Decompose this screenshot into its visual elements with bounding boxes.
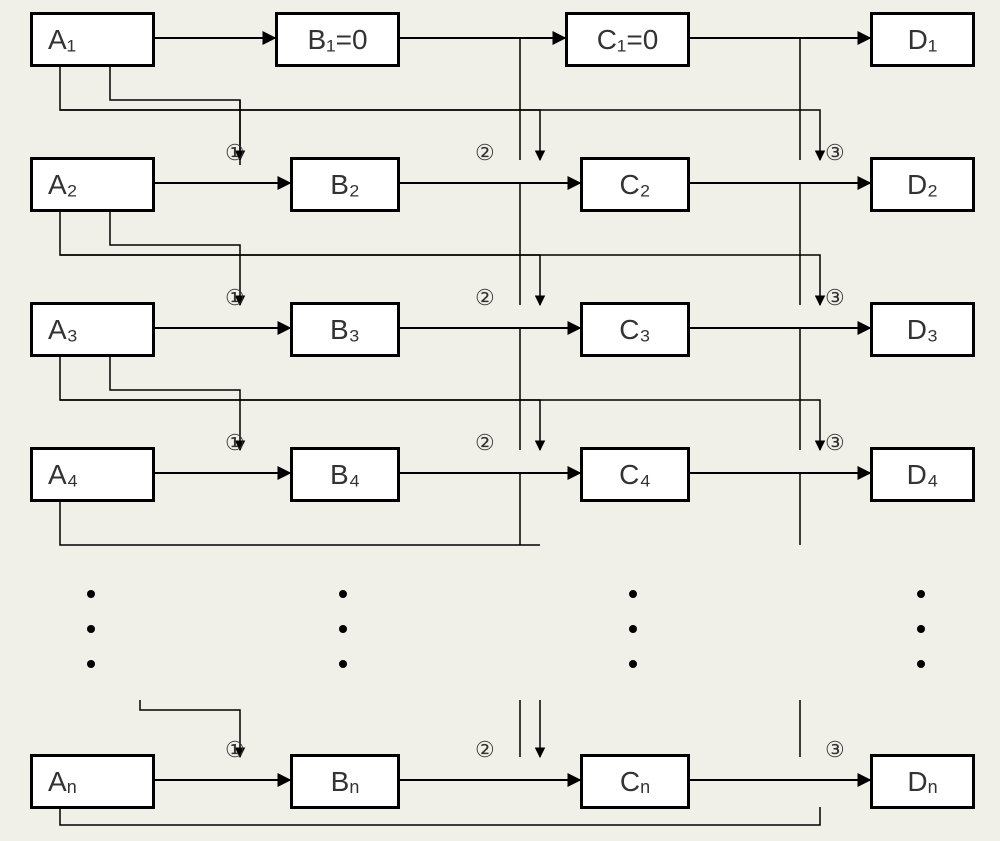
label: B₃ [330, 314, 360, 346]
ellipsis-dot [339, 590, 347, 598]
node-b3: B₃ [290, 302, 400, 357]
node-b1: B₁=0 [275, 12, 400, 67]
ellipsis-dot [917, 625, 925, 633]
label-pre: D [907, 766, 927, 798]
edge-label-3: ③ [825, 430, 845, 456]
node-a3: A₃ [30, 302, 155, 357]
node-a1: A₁ [30, 12, 155, 67]
label-pre: C [620, 766, 640, 798]
edge-label-3: ③ [825, 140, 845, 166]
node-a2: A₂ [30, 157, 155, 212]
label: D₂ [907, 169, 938, 201]
ellipsis-dot [87, 590, 95, 598]
node-b2: B₂ [290, 157, 400, 212]
node-a4: A₄ [30, 447, 155, 502]
node-c3: C₃ [580, 302, 690, 357]
node-an: An [30, 754, 155, 809]
ellipsis-dot [339, 625, 347, 633]
label: B₂ [330, 169, 360, 201]
node-c4: C₄ [580, 447, 690, 502]
edge-label-3: ③ [825, 737, 845, 763]
label-sub: n [928, 777, 938, 798]
node-bn: Bn [290, 754, 400, 809]
ellipsis-dot [917, 590, 925, 598]
label-pre: A [48, 766, 67, 798]
node-d2: D₂ [870, 157, 975, 212]
label: A₄ [48, 459, 78, 491]
edge-label-1: ① [225, 285, 245, 311]
edge-label-1: ① [225, 140, 245, 166]
ellipsis-dot [87, 625, 95, 633]
edge-label-2: ② [475, 430, 495, 456]
node-dn: Dn [870, 754, 975, 809]
label-sub: n [640, 777, 650, 798]
ellipsis-dot [629, 625, 637, 633]
label: D₃ [907, 314, 939, 346]
edge-label-2: ② [475, 140, 495, 166]
label: C₃ [619, 314, 651, 346]
label: C₄ [619, 459, 651, 491]
label: C₁=0 [597, 24, 659, 56]
label: D₁ [908, 24, 938, 56]
label: A₁ [48, 24, 76, 56]
ellipsis-dot [917, 660, 925, 668]
label-sub: n [67, 777, 77, 798]
ellipsis-dot [629, 660, 637, 668]
node-c2: C₂ [580, 157, 690, 212]
label: A₂ [48, 169, 78, 201]
label: D₄ [907, 459, 939, 491]
edge-label-1: ① [225, 737, 245, 763]
label: C₂ [619, 169, 650, 201]
label: B₁=0 [307, 24, 367, 56]
label: B₄ [330, 459, 360, 491]
node-cn: Cn [580, 754, 690, 809]
ellipsis-dot [87, 660, 95, 668]
edge-label-3: ③ [825, 285, 845, 311]
node-d4: D₄ [870, 447, 975, 502]
ellipsis-dot [629, 590, 637, 598]
label: A₃ [48, 314, 78, 346]
edge-label-2: ② [475, 737, 495, 763]
node-d1: D₁ [870, 12, 975, 67]
edge-label-2: ② [475, 285, 495, 311]
label-pre: B [331, 766, 350, 798]
edge-label-1: ① [225, 430, 245, 456]
ellipsis-dot [339, 660, 347, 668]
node-d3: D₃ [870, 302, 975, 357]
node-c1: C₁=0 [565, 12, 690, 67]
node-b4: B₄ [290, 447, 400, 502]
label-sub: n [349, 777, 359, 798]
